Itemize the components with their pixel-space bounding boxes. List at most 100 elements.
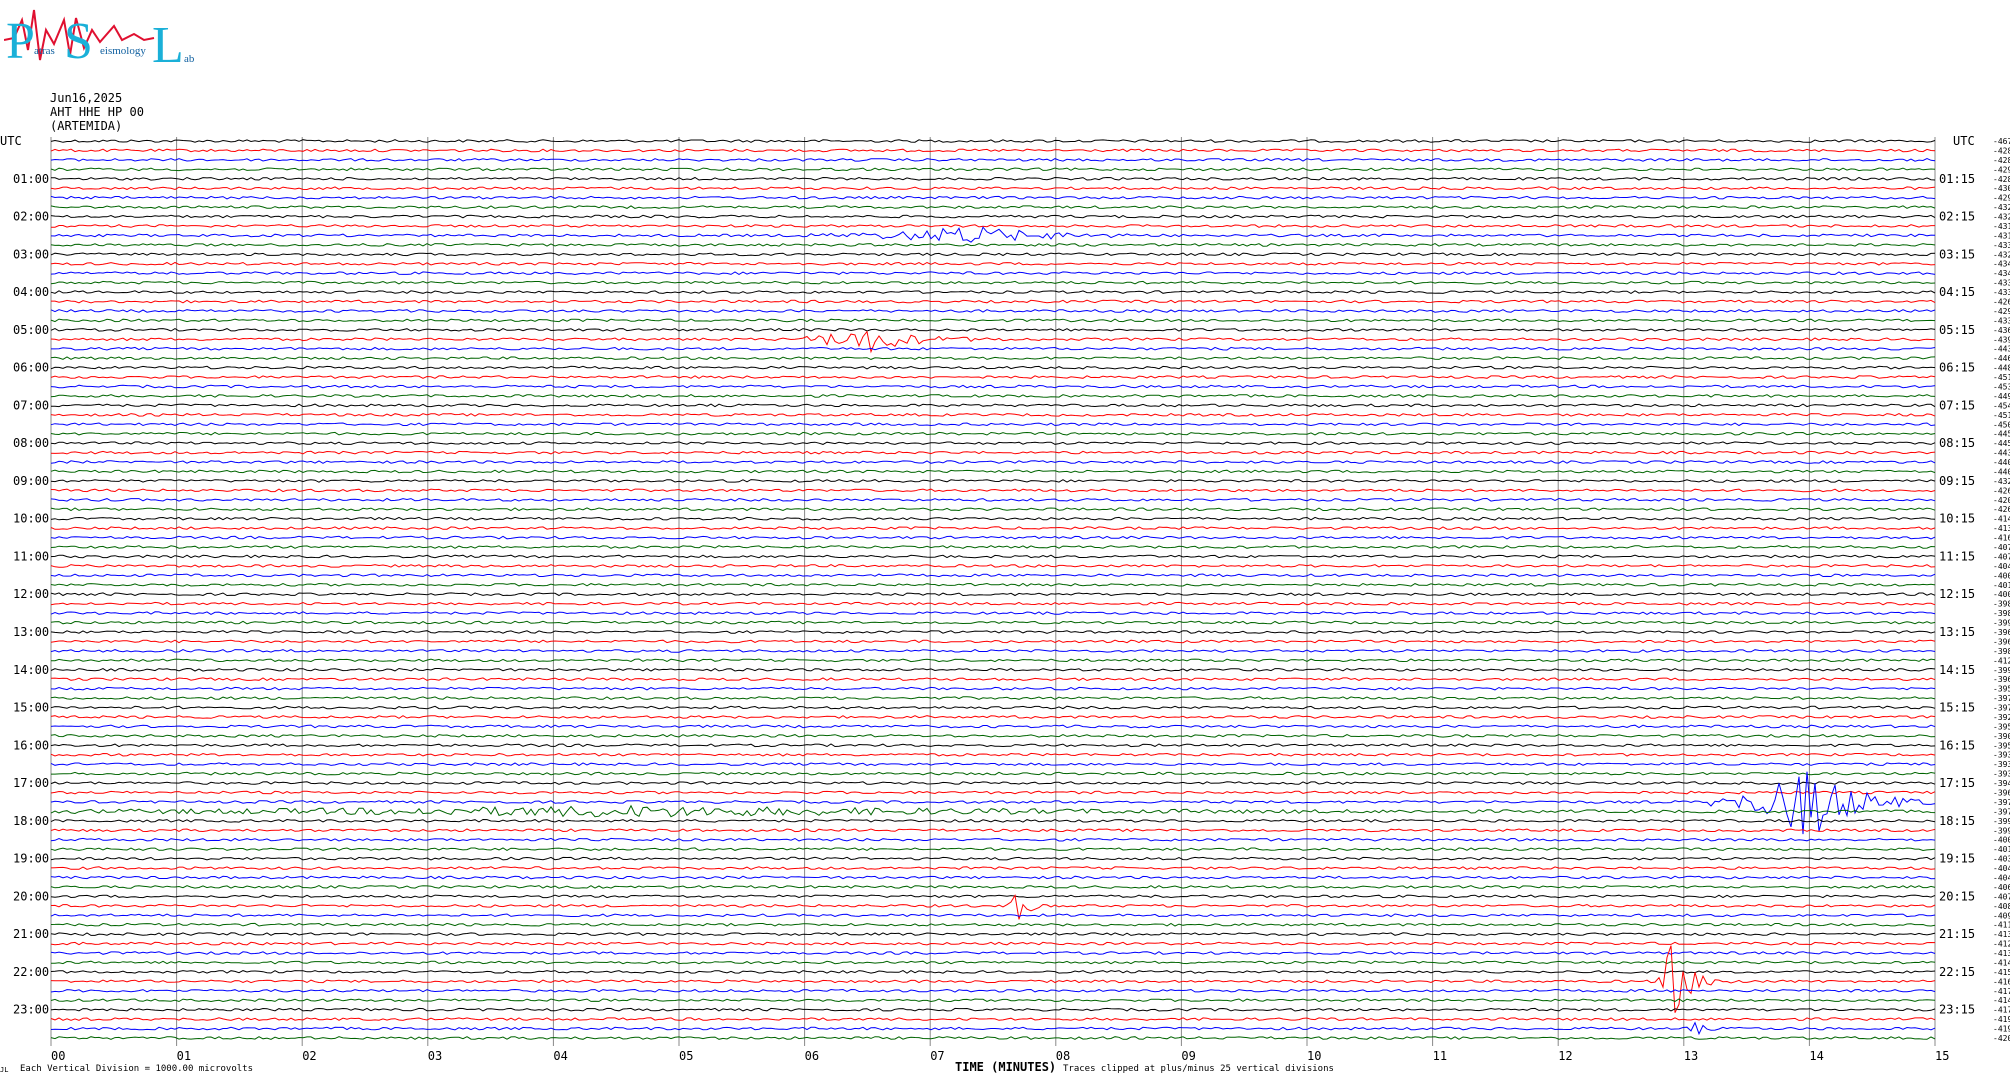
trace-line [50, 167, 1936, 172]
hour-label-right: 08:15 [1939, 436, 1975, 450]
trace-line [50, 743, 1936, 748]
trace-line [50, 649, 1936, 653]
trace-line [50, 960, 1936, 965]
trace-line [50, 611, 1936, 615]
offset-label: -4127 [1993, 656, 2010, 665]
offset-label: -4206 [1993, 1034, 2010, 1043]
trace-line [50, 148, 1936, 153]
x-tick-label: 11 [1433, 1049, 1447, 1063]
trace-line [50, 1021, 1936, 1036]
trace-line [50, 970, 1936, 974]
trace-line [50, 932, 1936, 936]
offset-label: -3961 [1993, 637, 2010, 646]
utc-label-right: UTC [1953, 134, 1975, 148]
offset-label: -4349 [1993, 260, 2010, 269]
x-axis-title: TIME (MINUTES) [955, 1060, 1057, 1074]
x-tick-label: 04 [553, 1049, 567, 1063]
trace-line [50, 564, 1936, 568]
hour-label-left: 03:00 [13, 247, 49, 261]
offset-label: -4291 [1993, 194, 2010, 203]
trace-line [50, 945, 1936, 1013]
offset-label: -4176 [1993, 987, 2010, 996]
hour-label-right: 03:15 [1939, 247, 1975, 261]
hour-label-left: 20:00 [13, 889, 49, 903]
trace-line [50, 894, 1936, 899]
offset-label: -3979 [1993, 694, 2010, 703]
hour-label-right: 17:15 [1939, 776, 1975, 790]
trace-line [50, 630, 1936, 634]
offset-label: -4090 [1993, 911, 2010, 920]
offset-label: -4008 [1993, 571, 2010, 580]
hour-label-right: 01:15 [1939, 172, 1975, 186]
trace-line [50, 328, 1936, 332]
offset-label: -3925 [1993, 713, 2010, 722]
offset-label: -3936 [1993, 760, 2010, 769]
hour-label-left: 23:00 [13, 1003, 49, 1017]
trace-line [50, 441, 1936, 445]
offset-label: -4409 [1993, 458, 2010, 467]
hour-label-right: 14:15 [1939, 663, 1975, 677]
hour-label-right: 02:15 [1939, 210, 1975, 224]
trace-line [50, 422, 1936, 427]
x-tick-label: 05 [679, 1049, 693, 1063]
offset-label: -4035 [1993, 855, 2010, 864]
offset-label: -4319 [1993, 222, 2010, 231]
hour-label-left: 07:00 [13, 398, 49, 412]
trace-line [51, 771, 1936, 776]
offset-label: -4267 [1993, 486, 2010, 495]
trace-line [50, 998, 1936, 1003]
trace-line [50, 696, 1936, 700]
trace-line [50, 941, 1936, 946]
offset-label: -4124 [1993, 940, 2010, 949]
offset-label: -4288 [1993, 175, 2010, 184]
offset-label: -4116 [1993, 921, 2010, 930]
x-tick-label: 08 [1056, 1049, 1070, 1063]
trace-line [50, 431, 1936, 436]
trace-line [50, 412, 1936, 417]
trace-line [50, 828, 1936, 833]
trace-line [50, 356, 1936, 361]
hour-label-right: 19:15 [1939, 852, 1975, 866]
trace-line [50, 375, 1936, 379]
trace-line [50, 497, 1936, 502]
trace-line [50, 403, 1936, 408]
hour-label-left: 09:00 [13, 474, 49, 488]
offset-label: -4267 [1993, 298, 2010, 307]
trace-line [50, 804, 1936, 818]
offset-label: -4160 [1993, 534, 2010, 543]
offset-label: -4294 [1993, 165, 2010, 174]
trace-line [50, 705, 1936, 710]
x-tick-label: 06 [805, 1049, 819, 1063]
offset-label: -3985 [1993, 600, 2010, 609]
offset-label: -4348 [1993, 269, 2010, 278]
hour-label-right: 11:15 [1939, 549, 1975, 563]
offset-label: -3965 [1993, 789, 2010, 798]
trace-line [50, 214, 1936, 219]
trace-line [50, 875, 1936, 880]
offset-label: -3991 [1993, 666, 2010, 675]
trace-line [50, 913, 1936, 918]
x-tick-label: 07 [930, 1049, 944, 1063]
offset-label: -4154 [1993, 968, 2010, 977]
trace-line [51, 224, 1935, 228]
hour-label-right: 04:15 [1939, 285, 1975, 299]
trace-line [51, 658, 1936, 663]
offset-label: -4284 [1993, 156, 2010, 165]
offset-label: -4047 [1993, 873, 2010, 882]
trace-line [50, 715, 1936, 719]
offset-label: -3987 [1993, 647, 2010, 656]
hour-label-left: 19:00 [13, 852, 49, 866]
offset-label: -4672 [1993, 137, 2010, 146]
offset-label: -3952 [1993, 722, 2010, 731]
offset-label: -4480 [1993, 364, 2010, 373]
trace-line [50, 450, 1936, 455]
hour-label-right: 05:15 [1939, 323, 1975, 337]
offset-label: -4209 [1993, 496, 2010, 505]
trace-line [50, 226, 1936, 243]
trace-line [50, 195, 1936, 200]
x-tick-label: 13 [1684, 1049, 1698, 1063]
hour-label-left: 18:00 [13, 814, 49, 828]
offset-label: -3951 [1993, 685, 2010, 694]
offset-label: -4175 [1993, 1006, 2010, 1015]
trace-line [50, 526, 1936, 530]
